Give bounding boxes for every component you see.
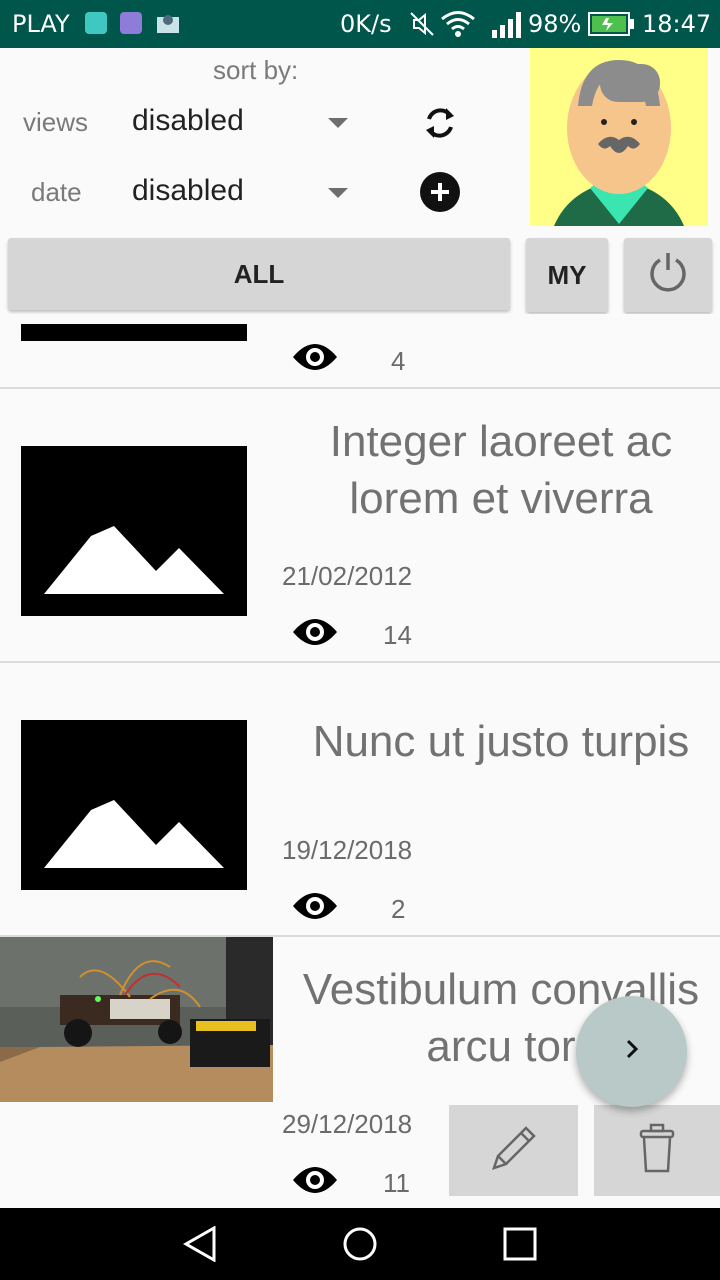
views-count: 11: [383, 1168, 410, 1198]
battery-icon: [588, 12, 634, 36]
sort-views-value: disabled: [132, 104, 244, 137]
all-button-label: ALL: [233, 258, 285, 289]
mute-icon: [408, 10, 436, 38]
chevron-right-icon: [620, 1037, 644, 1066]
next-fab[interactable]: [576, 996, 687, 1107]
post-title[interactable]: Integer laoreet ac lorem et viverra: [282, 413, 720, 527]
home-icon[interactable]: [342, 1226, 378, 1267]
list-item[interactable]: Integer laoreet ac lorem et viverra 21/0…: [0, 389, 720, 663]
post-date: 21/02/2012: [282, 561, 413, 591]
gallery-icon: [120, 12, 142, 34]
chevron-down-icon: [328, 118, 348, 128]
avatar[interactable]: [530, 48, 708, 226]
image-placeholder-icon: [21, 324, 247, 341]
delete-button[interactable]: [594, 1105, 720, 1196]
sort-views-dropdown[interactable]: disabled: [130, 100, 360, 146]
image-placeholder-icon: [21, 720, 247, 890]
pencil-icon: [486, 1120, 542, 1181]
back-icon[interactable]: [182, 1225, 218, 1267]
sort-views-label: views: [23, 107, 89, 137]
eye-icon: [292, 1164, 338, 1201]
power-button[interactable]: [624, 238, 712, 312]
eye-icon: [292, 616, 338, 653]
sort-date-label: date: [31, 177, 82, 207]
mail-icon: [156, 12, 180, 34]
views-count: 4: [391, 346, 406, 376]
all-button[interactable]: ALL: [8, 238, 510, 310]
recents-icon[interactable]: [502, 1226, 538, 1267]
net-speed: 0K/s: [340, 10, 392, 38]
edit-button[interactable]: [449, 1105, 578, 1196]
post-date: 29/12/2018: [282, 1109, 413, 1139]
sort-date-value: disabled: [132, 174, 244, 207]
views-count: 2: [391, 894, 406, 924]
post-photo: [0, 937, 273, 1102]
navigation-bar: [0, 1208, 720, 1280]
image-placeholder-icon: [21, 446, 247, 616]
android-icon: [85, 12, 107, 34]
power-icon: [646, 250, 690, 301]
add-circle-icon[interactable]: [420, 172, 460, 212]
post-date: 19/12/2018: [282, 835, 413, 865]
list-item[interactable]: 4: [0, 314, 720, 389]
clock: 18:47: [642, 10, 712, 38]
wifi-icon: [440, 10, 476, 38]
my-button[interactable]: MY: [526, 238, 608, 312]
eye-icon: [292, 341, 338, 378]
sort-date-dropdown[interactable]: disabled: [130, 170, 360, 216]
signal-icon: [492, 12, 524, 38]
battery-percent: 98%: [528, 10, 582, 38]
chevron-down-icon: [328, 188, 348, 198]
trash-icon: [635, 1121, 679, 1180]
carrier-label: PLAY: [12, 10, 70, 38]
sort-title: sort by:: [213, 55, 299, 85]
eye-icon: [292, 890, 338, 927]
post-title[interactable]: Nunc ut justo turpis: [282, 713, 720, 770]
status-bar: PLAY 0K/s 98% 18:47: [0, 0, 720, 48]
views-count: 14: [383, 620, 412, 650]
list-item[interactable]: Nunc ut justo turpis 19/12/2018 2: [0, 663, 720, 937]
my-button-label: MY: [547, 259, 587, 290]
refresh-icon[interactable]: [420, 103, 460, 143]
